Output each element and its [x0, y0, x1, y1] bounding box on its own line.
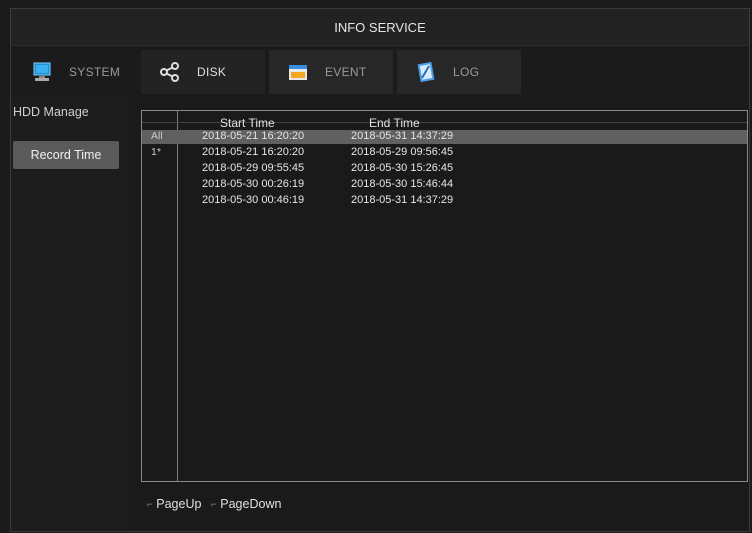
window-title: INFO SERVICE: [11, 9, 749, 46]
table-row[interactable]: 2018-05-30 00:26:19 2018-05-30 15:46:44: [142, 178, 747, 192]
column-header-end-time: End Time: [369, 116, 420, 130]
tab-system-label: SYSTEM: [69, 65, 121, 79]
table-row[interactable]: 2018-05-30 00:46:19 2018-05-31 14:37:29: [142, 194, 747, 208]
tab-bar: SYSTEM DISK EVENT LOG: [11, 46, 749, 98]
corner-mark-icon: ⌐: [211, 499, 217, 509]
column-header-start-time: Start Time: [220, 116, 275, 130]
page-down-button[interactable]: ⌐ PageDown: [211, 497, 281, 511]
log-notebook-icon: [413, 59, 439, 85]
row-end-time: 2018-05-31 14:37:29: [351, 194, 454, 206]
event-icon: [285, 59, 311, 85]
row-start-time: 2018-05-30 00:46:19: [202, 194, 305, 206]
page-up-label: PageUp: [156, 497, 202, 511]
tab-log-label: LOG: [453, 65, 480, 79]
row-end-time: 2018-05-29 09:56:45: [351, 146, 454, 158]
table-row[interactable]: 1* 2018-05-21 16:20:20 2018-05-29 09:56:…: [142, 146, 747, 160]
row-index: All: [151, 130, 163, 142]
corner-mark-icon: ⌐: [147, 499, 153, 509]
network-disk-icon: [157, 59, 183, 85]
record-time-table: Start Time End Time All 2018-05-21 16:20…: [141, 110, 748, 482]
tab-disk[interactable]: DISK: [141, 50, 265, 94]
tab-log[interactable]: LOG: [397, 50, 521, 94]
info-service-window: INFO SERVICE SYSTEM DISK EVENT LOG HDD M…: [10, 8, 750, 532]
table-row[interactable]: All 2018-05-21 16:20:20 2018-05-31 14:37…: [142, 130, 747, 144]
tab-disk-label: DISK: [197, 65, 227, 79]
row-start-time: 2018-05-21 16:20:20: [202, 146, 305, 158]
sidebar-item-record-time[interactable]: Record Time: [13, 141, 119, 169]
row-end-time: 2018-05-30 15:26:45: [351, 162, 454, 174]
table-row[interactable]: 2018-05-29 09:55:45 2018-05-30 15:26:45: [142, 162, 747, 176]
row-start-time: 2018-05-29 09:55:45: [202, 162, 305, 174]
tab-event-label: EVENT: [325, 65, 367, 79]
page-up-button[interactable]: ⌐ PageUp: [147, 497, 201, 511]
page-down-label: PageDown: [220, 497, 282, 511]
tab-event[interactable]: EVENT: [269, 50, 393, 94]
row-start-time: 2018-05-21 16:20:20: [202, 130, 305, 142]
tab-system[interactable]: SYSTEM: [11, 50, 135, 94]
row-end-time: 2018-05-30 15:46:44: [351, 178, 454, 190]
row-end-time: 2018-05-31 14:37:29: [351, 130, 454, 142]
sidebar: HDD Manage Record Time: [11, 98, 127, 530]
row-start-time: 2018-05-30 00:26:19: [202, 178, 305, 190]
monitor-icon: [29, 59, 55, 85]
sidebar-item-hdd-manage[interactable]: HDD Manage: [11, 98, 121, 126]
row-index: 1*: [151, 146, 161, 158]
